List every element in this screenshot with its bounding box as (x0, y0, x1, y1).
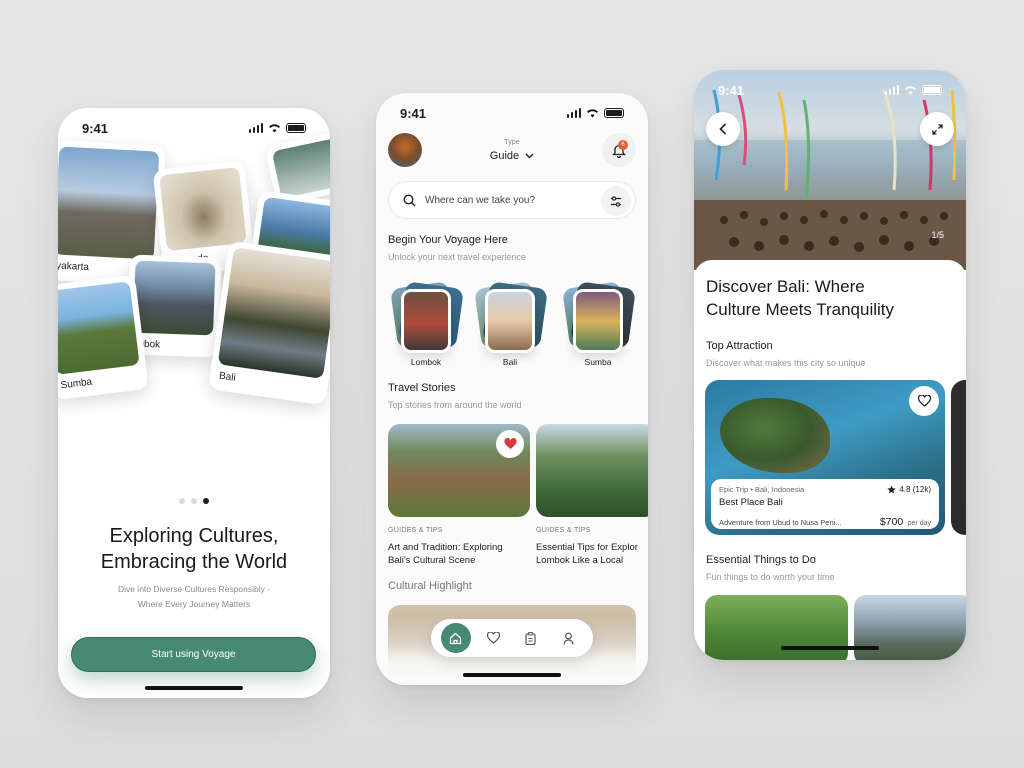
wifi-icon (269, 124, 280, 133)
expand-button[interactable] (920, 112, 954, 146)
search-input[interactable]: Where can we take you? (425, 195, 535, 206)
story-category: GUIDES & TIPS (388, 527, 443, 534)
heart-icon (486, 632, 500, 644)
status-bar: 9:41 (376, 93, 648, 133)
onboarding-title: Exploring Cultures, Embracing the World (100, 525, 288, 573)
page-dot-active (203, 498, 209, 504)
bali-photo (485, 289, 535, 353)
filter-button[interactable] (601, 186, 631, 216)
favorite-button[interactable] (496, 430, 524, 458)
chevron-left-icon (719, 123, 727, 135)
search-icon (403, 193, 416, 206)
notification-button[interactable]: 6 (602, 133, 636, 167)
attraction-info: Epic Trip • Bali, Indonesia 4.8 (12k) Be… (711, 479, 939, 529)
story-title[interactable]: Art and Tradition: Exploring Bali's Cult… (388, 541, 528, 567)
komodo-photo (159, 167, 247, 252)
page-title: Discover Bali: Where Culture Meets Tranq… (706, 277, 895, 319)
heart-icon (917, 395, 931, 407)
wifi-icon (587, 109, 598, 118)
search-bar[interactable]: Where can we take you? (388, 181, 636, 219)
price: $700 (879, 516, 904, 528)
bali-temple-photo (217, 247, 330, 379)
story-card[interactable] (536, 424, 648, 517)
image-counter: 1/5 (931, 230, 944, 240)
section-subtitle: Top stories from around the world (388, 400, 522, 410)
chevron-down-icon (525, 153, 534, 159)
wifi-icon (905, 86, 916, 95)
destination-sumba[interactable]: Sumba (562, 281, 636, 371)
page-dot (179, 498, 185, 504)
temple-photo (58, 146, 160, 260)
home-icon (450, 632, 462, 644)
user-icon (563, 632, 574, 645)
notification-badge: 6 (618, 140, 628, 150)
story-title[interactable]: Essential Tips for Explor Lombok Like a … (536, 541, 648, 567)
section-title: Top Attraction (706, 340, 773, 352)
destination-card-sumba[interactable]: Sumba (58, 274, 149, 401)
card-label: Sumba (59, 376, 93, 392)
section-title: Essential Things to Do (706, 554, 816, 566)
page-indicator (58, 498, 330, 504)
home-indicator (781, 646, 879, 650)
signal-icon (884, 85, 899, 95)
star-icon (887, 485, 897, 494)
start-button[interactable]: Start using Voyage (71, 637, 316, 672)
volcano-photo (133, 260, 216, 336)
sumba-photo (573, 289, 623, 353)
island-photo (720, 398, 830, 473)
section-title: Begin Your Voyage Here (388, 234, 508, 246)
attraction-card[interactable]: Epic Trip • Bali, Indonesia 4.8 (12k) Be… (705, 380, 945, 535)
attraction-name: Best Place Bali (719, 497, 783, 508)
price-unit: per day (907, 520, 931, 527)
signal-icon (566, 108, 581, 118)
status-time: 9:41 (400, 105, 427, 121)
battery-icon (604, 108, 624, 118)
section-title: Travel Stories (388, 382, 456, 394)
clipboard-icon (525, 631, 536, 645)
favorite-button[interactable] (909, 386, 939, 416)
attraction-card-next[interactable] (951, 380, 966, 535)
heart-filled-icon (503, 438, 517, 449)
signal-icon (248, 123, 263, 133)
onboarding-screen: 9:41 yakarta Komodo mbok Sumba Bali Exp (58, 108, 330, 698)
section-subtitle: Unlock your next travel experience (388, 252, 527, 262)
filter-icon (611, 195, 621, 207)
home-indicator (145, 686, 243, 690)
expand-icon (931, 123, 943, 135)
story-category: GUIDES & TIPS (536, 527, 591, 534)
section-title: Cultural Highlight (388, 580, 472, 592)
beach-photo (58, 281, 140, 375)
attraction-source: Epic Trip • Bali, Indonesia (719, 485, 805, 494)
destination-lombok[interactable]: Lombok (390, 281, 464, 371)
destination-bali[interactable]: Bali (474, 281, 548, 371)
status-bar: 9:41 (694, 70, 966, 110)
status-bar: 9:41 (58, 108, 330, 148)
status-time: 9:41 (82, 120, 109, 136)
status-time: 9:41 (718, 82, 745, 98)
rating: 4.8 (12k) (899, 485, 931, 494)
card-label: mbok (135, 338, 161, 351)
tab-home[interactable] (440, 623, 471, 653)
onboarding-subtitle: Dive into Diverse Cultures Responsibly -… (117, 584, 271, 609)
tab-trips[interactable] (516, 623, 546, 653)
tab-profile[interactable] (553, 623, 583, 653)
tab-favorites[interactable] (478, 623, 508, 653)
tab-bar (431, 619, 593, 657)
destination-card-bali[interactable]: Bali (208, 240, 330, 406)
lombok-photo (401, 289, 451, 353)
attraction-description: Adventure from Ubud to Nusa Peni... (719, 518, 842, 527)
home-indicator (463, 673, 561, 677)
battery-icon (286, 123, 306, 133)
page-dot (191, 498, 197, 504)
section-subtitle: Fun things to do worth your time (706, 572, 835, 582)
activity-card-temple[interactable] (854, 595, 966, 660)
detail-screen: 9:41 1/5 Discover Bali: Where Culture Me… (694, 70, 966, 660)
home-screen: 9:41 Type Guide 6 Where can we take you?… (376, 93, 648, 685)
section-subtitle: Discover what makes this city so unique (706, 358, 866, 368)
activity-card-swing[interactable] (705, 595, 848, 660)
back-button[interactable] (706, 112, 740, 146)
battery-icon (922, 85, 942, 95)
story-card[interactable] (388, 424, 530, 517)
